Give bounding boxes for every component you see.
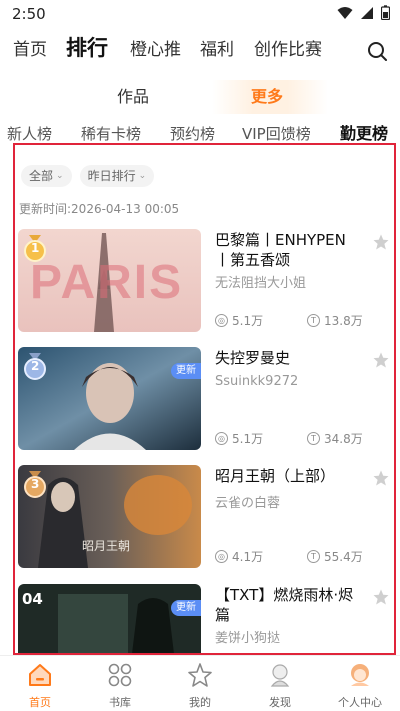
- cover-title: 昭月王朝: [82, 539, 131, 553]
- sort-filter-label: 昨日排行: [87, 169, 136, 183]
- word-stat: T 34.8万: [307, 430, 363, 447]
- tab-home[interactable]: 首页: [13, 36, 47, 64]
- search-icon[interactable]: [366, 40, 388, 62]
- word-stat: T 13.8万: [307, 312, 363, 329]
- word-value: 13.8万: [324, 314, 363, 328]
- star-icon[interactable]: [372, 588, 390, 606]
- book-item[interactable]: 2 更新 失控罗曼史 Ssuinkk9272 ◎ 5.1万 T 34.8万: [18, 347, 390, 451]
- star-outline-icon: [188, 663, 212, 687]
- updated-badge: 更新: [171, 363, 201, 379]
- book-item[interactable]: 04 更新 【TXT】燃烧雨林·烬篇 姜饼小狗挞: [18, 584, 390, 653]
- bottom-nav-mine[interactable]: 我的: [160, 662, 240, 710]
- book-author[interactable]: Ssuinkk9272: [215, 374, 298, 389]
- book-cover[interactable]: 04 更新: [18, 584, 201, 653]
- text-count-icon: T: [307, 432, 320, 445]
- book-item[interactable]: 3 昭月王朝 昭月王朝（上部） 云雀の白蓉 ◎ 4.1万 T 55.4万: [18, 465, 390, 569]
- word-value: 34.8万: [324, 432, 363, 446]
- chevron-down-icon: ⌄: [56, 171, 64, 181]
- rank-tab-diligent[interactable]: 勤更榜: [340, 123, 388, 145]
- tab-creation-contest[interactable]: 创作比赛: [254, 36, 322, 64]
- ranking-list-panel: 全部 ⌄ 昨日排行 ⌄ 更新时间:2026-04-13 00:05 PARIS …: [13, 143, 396, 655]
- rank-number: 2: [31, 359, 40, 373]
- word-stat: T 55.4万: [307, 548, 363, 565]
- book-cover[interactable]: PARIS 1: [18, 229, 201, 332]
- status-icons: [337, 5, 390, 20]
- cover-title: PARIS: [30, 256, 184, 309]
- text-count-icon: T: [307, 550, 320, 563]
- avatar-icon: [351, 664, 369, 686]
- star-icon[interactable]: [372, 469, 390, 487]
- heat-icon: ◎: [215, 314, 228, 327]
- character-icon: [270, 664, 290, 687]
- status-time: 2:50: [12, 5, 46, 23]
- bottom-nav-discover[interactable]: 发现: [240, 662, 320, 710]
- book-author[interactable]: 云雀の白蓉: [215, 492, 280, 511]
- heat-stat: ◎ 5.1万: [215, 312, 263, 329]
- book-stats: ◎ 5.1万 T 13.8万: [215, 312, 363, 329]
- filter-bar: 全部 ⌄ 昨日排行 ⌄: [21, 165, 155, 187]
- bottom-nav-label: 个人中心: [338, 696, 382, 709]
- battery-icon: [381, 5, 390, 20]
- book-cover[interactable]: 3 昭月王朝: [18, 465, 201, 568]
- bottom-nav-home[interactable]: 首页: [0, 662, 80, 710]
- rank-number: 1: [31, 241, 40, 255]
- bottom-nav-label: 发现: [269, 696, 291, 709]
- sub-tab-works[interactable]: 作品: [117, 84, 149, 110]
- book-cover[interactable]: 2 更新: [18, 347, 201, 450]
- heat-value: 4.1万: [232, 550, 264, 564]
- status-bar: 2:50: [0, 0, 400, 28]
- rank-number: 04: [22, 590, 43, 608]
- update-time-value: 2026-04-13 00:05: [71, 202, 180, 216]
- book-title[interactable]: 失控罗曼史: [215, 348, 355, 368]
- chevron-down-icon: ⌄: [138, 171, 147, 181]
- heat-icon: ◎: [215, 550, 228, 563]
- book-author[interactable]: 无法阻挡大小姐: [215, 272, 306, 291]
- rank-tab-vip[interactable]: VIP回馈榜: [242, 123, 311, 145]
- book-stats: ◎ 5.1万 T 34.8万: [215, 430, 363, 447]
- bottom-nav-library[interactable]: 书库: [80, 662, 160, 710]
- bottom-nav: 首页 书库 我的 发现 个人中心: [0, 655, 400, 711]
- book-title[interactable]: 巴黎篇丨ENHYPEN丨第五香颂: [215, 230, 355, 270]
- scope-filter-label: 全部: [29, 169, 54, 183]
- heat-value: 5.1万: [232, 432, 264, 446]
- update-time: 更新时间:2026-04-13 00:05: [19, 200, 179, 217]
- heat-value: 5.1万: [232, 314, 264, 328]
- sort-filter[interactable]: 昨日排行 ⌄: [79, 165, 155, 187]
- tab-orange-recommend[interactable]: 橙心推: [130, 36, 181, 64]
- tab-welfare[interactable]: 福利: [200, 36, 234, 64]
- rank-number: 3: [31, 477, 40, 491]
- bottom-nav-label: 首页: [29, 696, 51, 709]
- rank-tab-newcomer[interactable]: 新人榜: [7, 123, 52, 145]
- star-icon[interactable]: [372, 351, 390, 369]
- scope-filter[interactable]: 全部 ⌄: [21, 165, 72, 187]
- tab-ranking[interactable]: 排行: [66, 34, 108, 62]
- book-title[interactable]: 昭月王朝（上部）: [215, 466, 355, 486]
- book-stats: ◎ 4.1万 T 55.4万: [215, 548, 363, 565]
- update-time-label: 更新时间:: [19, 202, 72, 216]
- sub-tabs: 作品 更多: [0, 84, 400, 112]
- heat-stat: ◎ 4.1万: [215, 548, 263, 565]
- bottom-nav-profile[interactable]: 个人中心: [320, 662, 400, 710]
- home-icon: [29, 664, 51, 686]
- book-author[interactable]: 姜饼小狗挞: [215, 627, 280, 646]
- heat-stat: ◎ 5.1万: [215, 430, 263, 447]
- wifi-icon: [337, 6, 353, 19]
- bottom-nav-label: 我的: [189, 696, 211, 709]
- updated-badge: 更新: [171, 600, 201, 616]
- text-count-icon: T: [307, 314, 320, 327]
- sub-tab-more[interactable]: 更多: [251, 84, 283, 110]
- book-item[interactable]: PARIS 1 巴黎篇丨ENHYPEN丨第五香颂 无法阻挡大小姐 ◎ 5.1万 T…: [18, 229, 390, 333]
- bottom-nav-label: 书库: [109, 696, 131, 709]
- star-icon[interactable]: [372, 233, 390, 251]
- signal-icon: [361, 6, 373, 19]
- top-nav: 首页 排行 橙心推 福利 创作比赛: [0, 36, 400, 68]
- book-title[interactable]: 【TXT】燃烧雨林·烬篇: [215, 585, 355, 625]
- rank-tab-reservation[interactable]: 预约榜: [170, 123, 215, 145]
- word-value: 55.4万: [324, 550, 363, 564]
- grid-icon: [108, 663, 132, 687]
- rank-tab-rare-card[interactable]: 稀有卡榜: [81, 123, 141, 145]
- heat-icon: ◎: [215, 432, 228, 445]
